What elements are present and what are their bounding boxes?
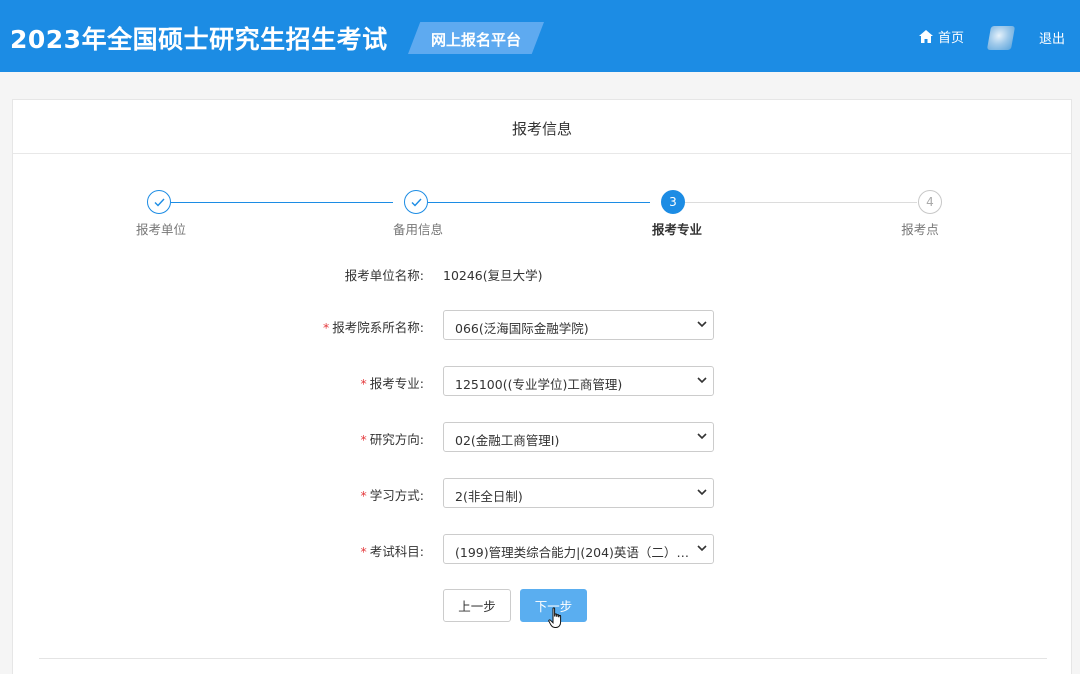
step-2-label: 备用信息 [392,222,443,237]
chevron-down-icon [697,489,707,496]
department-select[interactable]: 066(泛海国际金融学院) [443,310,714,340]
required-mark: * [360,488,367,503]
step-3-label: 报考专业 [651,222,702,237]
prev-step-button[interactable]: 上一步 [443,589,511,622]
subjects-select[interactable]: (199)管理类综合能力|(204)英语（二）|(-... [443,534,714,564]
subjects-selected-value: (199)管理类综合能力|(204)英语（二）|(-... [455,545,691,560]
direction-select[interactable]: 02(金融工商管理I) [443,422,714,452]
check-icon [154,198,165,207]
card-header: 报考信息 [13,100,1071,154]
required-mark: * [360,376,367,391]
step-1-label: 报考单位 [135,222,186,237]
chevron-down-icon [697,433,707,440]
study-mode-label-text: 学习方式: [369,488,424,503]
top-header-bar: 2023年全国硕士研究生招生考试 网上报名平台 首页 退出 [0,0,1080,72]
step-connector-2 [428,202,650,203]
step-connector-1 [171,202,393,203]
subjects-row: * 考试科目: (199)管理类综合能力|(204)英语（二）|(-... [13,534,1071,564]
department-selected-value: 066(泛海国际金融学院) [455,321,589,336]
chevron-down-icon [697,321,707,328]
major-selected-value: 125100((专业学位)工商管理) [455,377,623,392]
major-select[interactable]: 125100((专业学位)工商管理) [443,366,714,396]
required-mark: * [360,432,367,447]
hand-pointer-icon [548,607,562,628]
step-3-circle: 3 [661,190,685,214]
unit-row: 报考单位名称: 10246(复旦大学) [13,258,1071,288]
logout-link[interactable]: 退出 [1039,28,1065,47]
major-label-text: 报考专业: [369,376,424,391]
required-mark: * [360,544,367,559]
step-4-label: 报考点 [901,222,939,237]
chevron-down-icon [697,545,707,552]
study-mode-selected-value: 2(非全日制) [455,489,523,504]
subjects-label-text: 考试科目: [369,544,424,559]
step-2-circle [404,190,428,214]
step-1-circle [147,190,171,214]
direction-label-text: 研究方向: [369,432,424,447]
direction-selected-value: 02(金融工商管理I) [455,433,560,448]
card-title: 报考信息 [511,120,572,138]
chevron-down-icon [697,377,707,384]
home-link-label: 首页 [938,30,965,46]
department-label-text: 报考院系所名称: [332,320,424,335]
department-row: * 报考院系所名称: 066(泛海国际金融学院) [13,310,1071,340]
platform-tag: 网上报名平台 [408,22,544,54]
unit-value: 10246(复旦大学) [443,268,543,283]
study-mode-row: * 学习方式: 2(非全日制) [13,478,1071,508]
major-label: * 报考专业: [361,373,424,392]
site-title: 2023年全国硕士研究生招生考试 [10,25,388,54]
bottom-divider [39,658,1047,659]
avatar[interactable] [986,26,1016,50]
major-row: * 报考专业: 125100((专业学位)工商管理) [13,366,1071,396]
direction-label: * 研究方向: [361,429,424,448]
study-mode-label: * 学习方式: [361,485,424,504]
check-icon [411,198,422,207]
platform-tag-label: 网上报名平台 [430,31,521,49]
home-icon [919,29,933,43]
department-label: * 报考院系所名称: [323,317,424,336]
subjects-label: * 考试科目: [361,541,424,560]
registration-card: 报考信息 3 4 报考单位 备用信息 报考专业 报考点 报考单位名称: 1024… [12,99,1072,674]
study-mode-select[interactable]: 2(非全日制) [443,478,714,508]
required-mark: * [323,320,330,335]
direction-row: * 研究方向: 02(金融工商管理I) [13,422,1071,452]
home-link[interactable]: 首页 [919,27,965,46]
step-4-circle: 4 [918,190,942,214]
step-connector-3 [685,202,917,203]
unit-label: 报考单位名称: [344,268,424,283]
